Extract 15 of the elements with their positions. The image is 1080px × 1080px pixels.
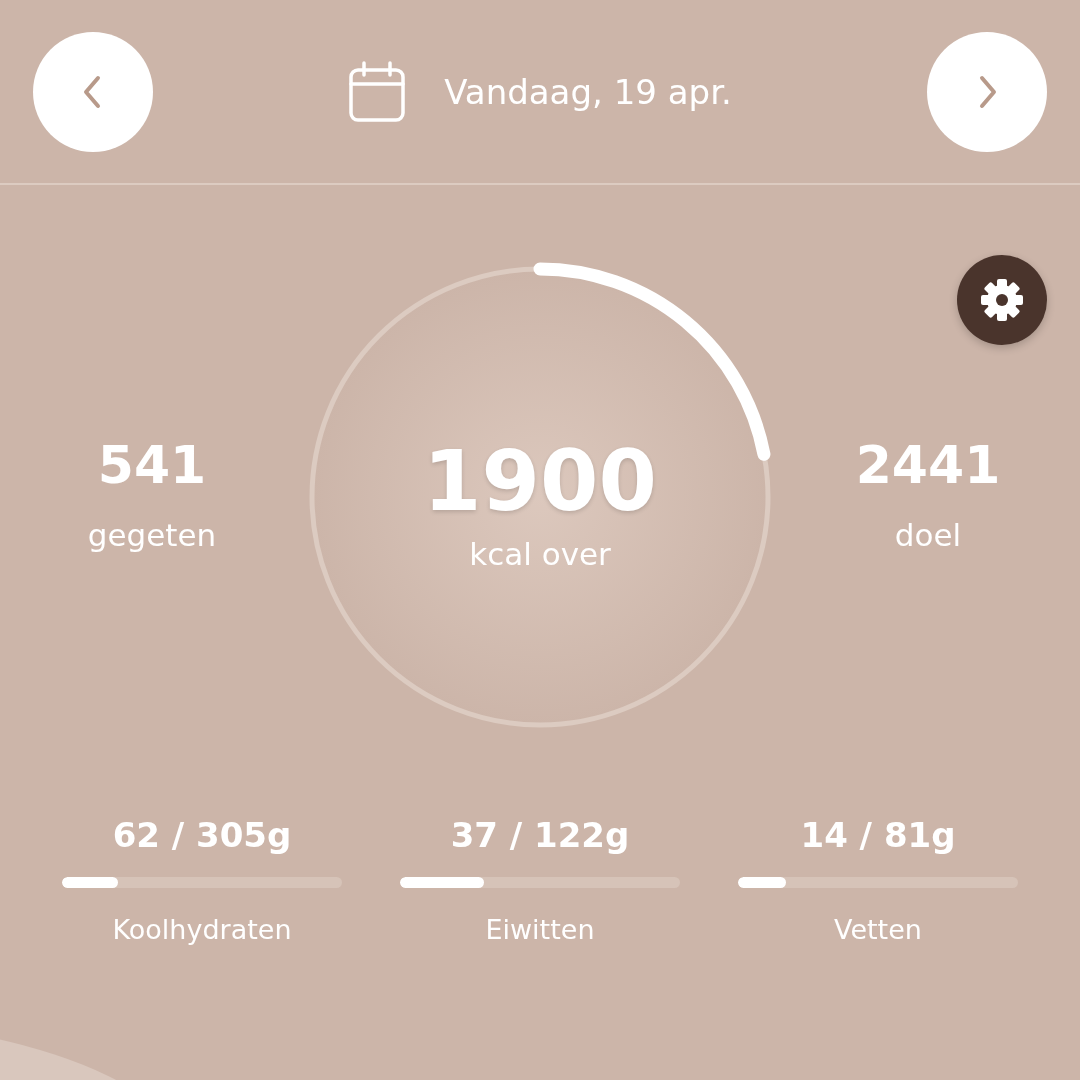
macro-amount: 14 / 81g bbox=[800, 815, 956, 855]
goal-value: 2441 bbox=[855, 435, 1001, 495]
calendar-icon bbox=[348, 60, 407, 123]
macro-name: Eiwitten bbox=[485, 914, 595, 945]
macro-name: Koolhydraten bbox=[112, 914, 292, 945]
goal-label: doel bbox=[894, 517, 962, 553]
eaten-value: 541 bbox=[97, 435, 207, 495]
macro-amount: 62 / 305g bbox=[112, 815, 292, 855]
macro-name: Vetten bbox=[834, 914, 922, 945]
settings-button[interactable] bbox=[957, 255, 1047, 345]
remaining-value: 1900 bbox=[423, 432, 657, 530]
remaining-label: kcal over bbox=[469, 536, 611, 572]
date-label: Vandaag, 19 apr. bbox=[444, 71, 732, 112]
eaten-label: gegeten bbox=[87, 517, 217, 553]
macro-amount: 37 / 122g bbox=[450, 815, 630, 855]
